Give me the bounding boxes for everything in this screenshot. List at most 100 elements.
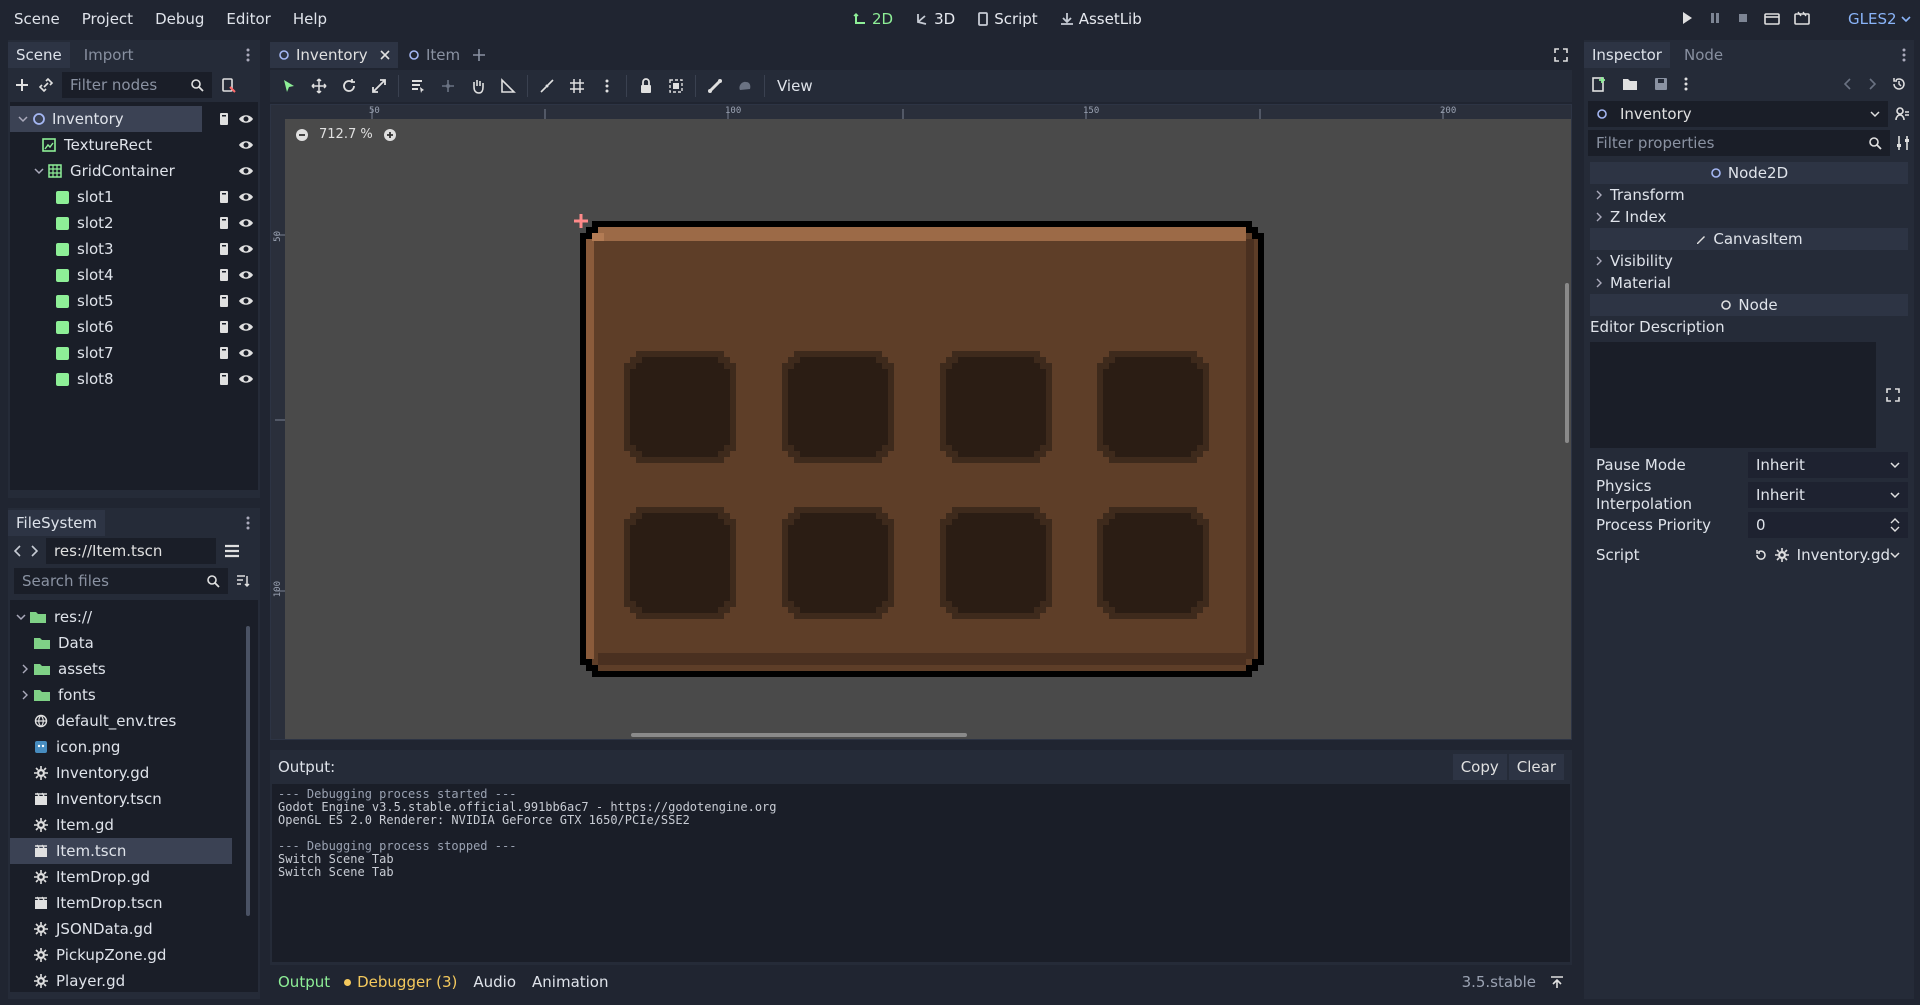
- pivot-tool-icon[interactable]: [433, 71, 463, 101]
- sort-icon[interactable]: [236, 574, 250, 588]
- menu-editor[interactable]: Editor: [226, 10, 270, 28]
- visibility-eye-icon[interactable]: [238, 165, 254, 177]
- script-attached-icon[interactable]: [218, 112, 230, 126]
- select-tool-icon[interactable]: [274, 71, 304, 101]
- search-files-input[interactable]: Search files: [14, 568, 228, 594]
- ruler-tool-icon[interactable]: [493, 71, 523, 101]
- group-zindex[interactable]: Z Index: [1590, 206, 1908, 228]
- menu-scene[interactable]: Scene: [14, 10, 60, 28]
- group-material[interactable]: Material: [1590, 272, 1908, 294]
- group-visibility[interactable]: Visibility: [1590, 250, 1908, 272]
- visibility-eye-icon[interactable]: [238, 113, 254, 125]
- script-attached-icon[interactable]: [218, 268, 230, 282]
- menu-project[interactable]: Project: [82, 10, 133, 28]
- more-options-icon[interactable]: [1684, 77, 1688, 91]
- bottom-tab-animation[interactable]: Animation: [532, 973, 608, 991]
- dock-menu-icon[interactable]: [246, 48, 250, 62]
- scale-tool-icon[interactable]: [364, 71, 394, 101]
- zoom-out-icon[interactable]: [295, 128, 309, 142]
- file-item[interactable]: default_env.tres: [10, 708, 258, 734]
- slot-graphic-4[interactable]: [1097, 351, 1209, 463]
- property-tools-icon[interactable]: [1896, 135, 1910, 151]
- grid-snap-icon[interactable]: [562, 71, 592, 101]
- instance-scene-icon[interactable]: [38, 77, 54, 93]
- snap-options-icon[interactable]: [592, 71, 622, 101]
- file-item[interactable]: Inventory.gd: [10, 760, 258, 786]
- add-node-icon[interactable]: [14, 77, 30, 93]
- filter-properties-input[interactable]: Filter properties: [1588, 130, 1890, 156]
- editor-description-field[interactable]: [1590, 342, 1876, 448]
- copy-button[interactable]: Copy: [1452, 754, 1507, 780]
- workspace-2d-button[interactable]: 2D: [853, 10, 893, 28]
- inventory-panel-sprite[interactable]: [580, 221, 1264, 677]
- slot-graphic-6[interactable]: [782, 507, 894, 619]
- property-value-field[interactable]: Inherit: [1748, 452, 1908, 478]
- open-folder-icon[interactable]: [1622, 77, 1638, 91]
- visibility-eye-icon[interactable]: [238, 191, 254, 203]
- script-attached-icon[interactable]: [218, 216, 230, 230]
- script-attached-icon[interactable]: [218, 190, 230, 204]
- close-icon[interactable]: [380, 50, 390, 60]
- object-selector[interactable]: Inventory: [1588, 101, 1888, 127]
- file-tree-scrollbar[interactable]: [246, 626, 250, 916]
- play-icon[interactable]: [1680, 11, 1694, 25]
- list-view-icon[interactable]: [224, 544, 240, 558]
- back-icon[interactable]: [14, 545, 22, 557]
- pause-icon[interactable]: [1708, 11, 1722, 25]
- horizontal-scrollbar[interactable]: [631, 733, 967, 737]
- output-log[interactable]: --- Debugging process started --- Godot E…: [272, 784, 1570, 962]
- file-item[interactable]: Item.tscn: [10, 838, 232, 864]
- property-value-field[interactable]: Inherit: [1748, 482, 1908, 508]
- tab-scene[interactable]: Scene: [8, 42, 70, 68]
- bottom-tab-output[interactable]: Output: [278, 973, 330, 991]
- file-item[interactable]: ItemDrop.gd: [10, 864, 258, 890]
- zoom-in-icon[interactable]: [383, 128, 397, 142]
- file-item[interactable]: Inventory.tscn: [10, 786, 258, 812]
- history-icon[interactable]: [1892, 77, 1906, 91]
- group-icon[interactable]: [661, 71, 691, 101]
- smart-snap-icon[interactable]: [532, 71, 562, 101]
- filter-nodes-input[interactable]: Filter nodes: [62, 72, 212, 98]
- bottom-tab-debugger[interactable]: Debugger (3): [344, 973, 457, 991]
- file-item[interactable]: ItemDrop.tscn: [10, 890, 258, 916]
- file-item[interactable]: res://: [10, 604, 258, 630]
- add-scene-tab-icon[interactable]: [472, 48, 486, 62]
- camera-override-icon[interactable]: [730, 71, 760, 101]
- forward-icon[interactable]: [30, 545, 38, 557]
- visibility-eye-icon[interactable]: [238, 347, 254, 359]
- file-item[interactable]: JSONData.gd: [10, 916, 258, 942]
- workspace-3d-button[interactable]: 3D: [915, 10, 955, 28]
- file-item[interactable]: Item.gd: [10, 812, 258, 838]
- file-item[interactable]: icon.png: [10, 734, 258, 760]
- script-attached-icon[interactable]: [218, 372, 230, 386]
- path-field[interactable]: res://Item.tscn: [46, 538, 216, 564]
- expand-icon[interactable]: [1886, 388, 1900, 402]
- new-resource-icon[interactable]: [1592, 76, 1606, 92]
- file-item[interactable]: PickupZone.gd: [10, 942, 258, 968]
- distraction-free-icon[interactable]: [1554, 48, 1568, 62]
- menu-debug[interactable]: Debug: [155, 10, 204, 28]
- file-item[interactable]: Player.gd: [10, 968, 258, 992]
- object-properties-icon[interactable]: [1894, 106, 1910, 122]
- rotate-tool-icon[interactable]: [334, 71, 364, 101]
- script-attached-icon[interactable]: [218, 346, 230, 360]
- property-value-field[interactable]: Inventory.gd: [1747, 542, 1908, 568]
- visibility-eye-icon[interactable]: [238, 243, 254, 255]
- canvas-viewport[interactable]: 50 100 150 200 50 100 712.7 %: [270, 104, 1572, 740]
- slot-graphic-5[interactable]: [624, 507, 736, 619]
- view-menu-button[interactable]: View: [769, 77, 821, 95]
- scene-tab-inventory[interactable]: Inventory: [270, 42, 398, 68]
- slot-graphic-1[interactable]: [624, 351, 736, 463]
- slot-graphic-2[interactable]: [782, 351, 894, 463]
- bone-icon[interactable]: [700, 71, 730, 101]
- zoom-level[interactable]: 712.7 %: [319, 127, 373, 142]
- tab-import[interactable]: Import: [76, 42, 142, 68]
- property-value-field[interactable]: 0: [1748, 512, 1908, 538]
- tab-node[interactable]: Node: [1676, 42, 1731, 68]
- play-scene-icon[interactable]: [1764, 11, 1780, 25]
- pan-tool-icon[interactable]: [463, 71, 493, 101]
- script-attached-icon[interactable]: [218, 294, 230, 308]
- visibility-eye-icon[interactable]: [238, 269, 254, 281]
- file-item[interactable]: fonts: [10, 682, 258, 708]
- history-back-icon[interactable]: [1844, 78, 1852, 90]
